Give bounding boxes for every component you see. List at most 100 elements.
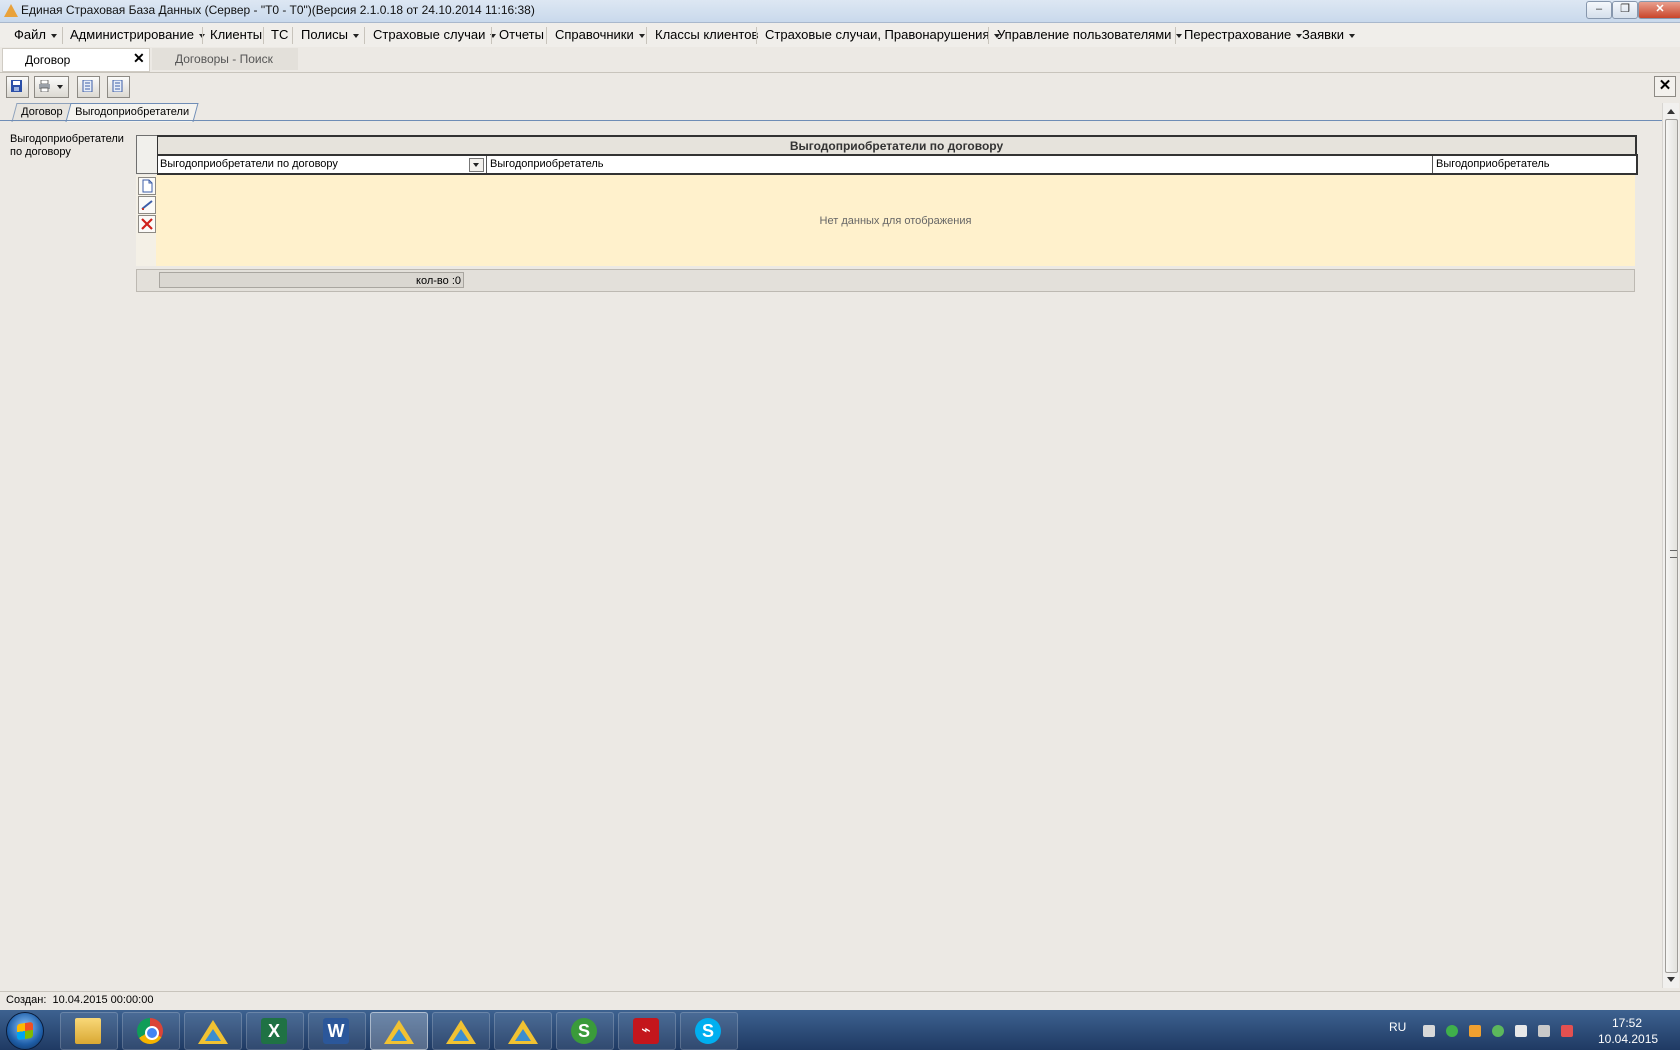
menu-file[interactable]: Файл xyxy=(14,27,57,42)
menu-separator xyxy=(491,27,492,44)
column-header-contract-beneficiaries[interactable]: Выгодоприобретатели по договору xyxy=(160,156,465,173)
sync-icon[interactable] xyxy=(1446,1025,1458,1037)
menu-user-management[interactable]: Управление пользователями xyxy=(997,27,1183,42)
menu-requests[interactable]: Заявки xyxy=(1302,27,1355,42)
delete-icon xyxy=(141,218,153,230)
column-filter-button[interactable] xyxy=(469,158,484,172)
action-center-flag-icon[interactable] xyxy=(1515,1025,1527,1037)
save-icon xyxy=(11,80,22,92)
restore-button[interactable]: ❐ xyxy=(1612,1,1638,19)
status-bar: Создан: 10.04.2015 00:00:00 xyxy=(0,991,1680,1010)
menu-client-classes[interactable]: Классы клиентов xyxy=(655,27,758,42)
tab-contract[interactable]: Договор ✕ xyxy=(2,48,150,72)
column-separator[interactable] xyxy=(1432,156,1433,173)
menu-reports[interactable]: Отчеты xyxy=(499,27,544,42)
row-count: кол-во :0 xyxy=(159,272,464,288)
save-button[interactable] xyxy=(6,76,29,98)
menu-vehicles[interactable]: ТС xyxy=(271,27,288,42)
tab-contracts-search[interactable]: Договоры - Поиск xyxy=(152,48,298,70)
created-date: Создан: 10.04.2015 00:00:00 xyxy=(6,994,154,1006)
edit-row-button[interactable] xyxy=(138,196,156,214)
chevron-down-icon xyxy=(473,163,479,167)
taskbar-chrome[interactable] xyxy=(122,1012,180,1050)
green-s-icon: S xyxy=(571,1018,597,1044)
menu-separator xyxy=(1175,27,1176,44)
clock-date[interactable]: 10.04.2015 xyxy=(1598,1032,1658,1046)
network-icon[interactable] xyxy=(1423,1025,1435,1037)
start-button[interactable] xyxy=(6,1012,44,1050)
chevron-down-icon[interactable] xyxy=(57,85,63,89)
close-window-button[interactable]: ✕ xyxy=(1638,1,1680,19)
display-icon[interactable] xyxy=(1538,1025,1550,1037)
scroll-down-icon[interactable] xyxy=(1667,977,1675,982)
word-icon: W xyxy=(323,1018,349,1044)
language-indicator[interactable]: RU xyxy=(1389,1020,1406,1034)
update-icon[interactable] xyxy=(1469,1025,1481,1037)
menu-references[interactable]: Справочники xyxy=(555,27,645,42)
menu-reinsurance[interactable]: Перестрахование xyxy=(1184,27,1303,42)
menu-insurance-cases[interactable]: Страховые случаи xyxy=(373,27,497,42)
security-icon[interactable] xyxy=(1492,1025,1504,1037)
document-button[interactable] xyxy=(77,76,100,98)
document-copy-button[interactable] xyxy=(107,76,130,98)
taskbar-excel[interactable]: X xyxy=(246,1012,304,1050)
app-logo-icon xyxy=(198,1020,228,1044)
window-title: Единая Страховая База Данных (Сервер - "… xyxy=(21,3,535,17)
taskbar-app-1[interactable] xyxy=(184,1012,242,1050)
taskbar-word[interactable]: W xyxy=(308,1012,366,1050)
menu-policies[interactable]: Полисы xyxy=(301,27,359,42)
grid-body: Нет данных для отображения xyxy=(136,175,1635,266)
vertical-scrollbar[interactable] xyxy=(1662,103,1679,988)
menu-separator xyxy=(756,27,757,44)
app-logo-icon xyxy=(4,4,18,17)
scrollbar-thumb[interactable] xyxy=(1665,119,1678,973)
menu-cases-violations[interactable]: Страховые случаи, Правонарушения xyxy=(765,27,1001,42)
print-button[interactable] xyxy=(34,76,69,98)
column-header-beneficiary-2[interactable]: Выгодоприобретатель xyxy=(1436,156,1626,173)
app-logo-icon xyxy=(446,1020,476,1044)
menu-separator xyxy=(62,27,63,44)
folder-icon xyxy=(75,1018,101,1044)
taskbar-app-3[interactable] xyxy=(432,1012,490,1050)
inner-tabs: Договор Выгодоприобретатели xyxy=(0,101,1680,122)
chevron-down-icon xyxy=(1176,33,1183,38)
close-document-button[interactable]: ✕ xyxy=(1654,76,1676,97)
menu-administration[interactable]: Администрирование xyxy=(70,27,205,42)
chevron-down-icon xyxy=(1348,33,1355,38)
minimize-button[interactable]: – xyxy=(1586,1,1612,19)
new-document-icon xyxy=(142,179,153,193)
beneficiaries-grid: Выгодоприобретатели по договору Выгодопр… xyxy=(136,135,1638,292)
column-header-beneficiary[interactable]: Выгодоприобретатель xyxy=(490,156,1390,173)
taskbar-skype[interactable]: S xyxy=(680,1012,738,1050)
excel-icon: X xyxy=(261,1018,287,1044)
menu-separator xyxy=(263,27,264,44)
close-tab-icon[interactable]: ✕ xyxy=(133,50,145,67)
taskbar-acrobat[interactable]: ⌁ xyxy=(618,1012,676,1050)
clock-time[interactable]: 17:52 xyxy=(1612,1016,1642,1030)
row-actions xyxy=(136,175,156,266)
pencil-icon xyxy=(141,200,153,210)
empty-grid-message: Нет данных для отображения xyxy=(819,215,972,227)
delete-row-button[interactable] xyxy=(138,215,156,233)
add-row-button[interactable] xyxy=(138,177,156,195)
grip-icon xyxy=(1670,550,1677,558)
volume-muted-icon[interactable] xyxy=(1561,1025,1573,1037)
skype-icon: S xyxy=(695,1018,721,1044)
taskbar-explorer[interactable] xyxy=(60,1012,118,1050)
app-logo-icon xyxy=(508,1020,538,1044)
menu-separator xyxy=(546,27,547,44)
menu-separator xyxy=(646,27,647,44)
document-icon xyxy=(82,80,93,92)
scroll-up-icon[interactable] xyxy=(1667,109,1675,114)
document-list-icon xyxy=(112,80,123,92)
tab-contract-label: Договор xyxy=(25,53,71,67)
menu-separator xyxy=(988,27,989,44)
tab-contracts-search-label: Договоры - Поиск xyxy=(175,52,273,66)
chevron-down-icon xyxy=(638,33,645,38)
taskbar-app-s[interactable]: S xyxy=(556,1012,614,1050)
column-separator[interactable] xyxy=(486,156,487,173)
document-tabs: Договор ✕ Договоры - Поиск xyxy=(0,47,1680,73)
taskbar-app-4[interactable] xyxy=(494,1012,552,1050)
taskbar-app-2[interactable] xyxy=(370,1012,428,1050)
menu-clients[interactable]: Клиенты xyxy=(210,27,262,42)
